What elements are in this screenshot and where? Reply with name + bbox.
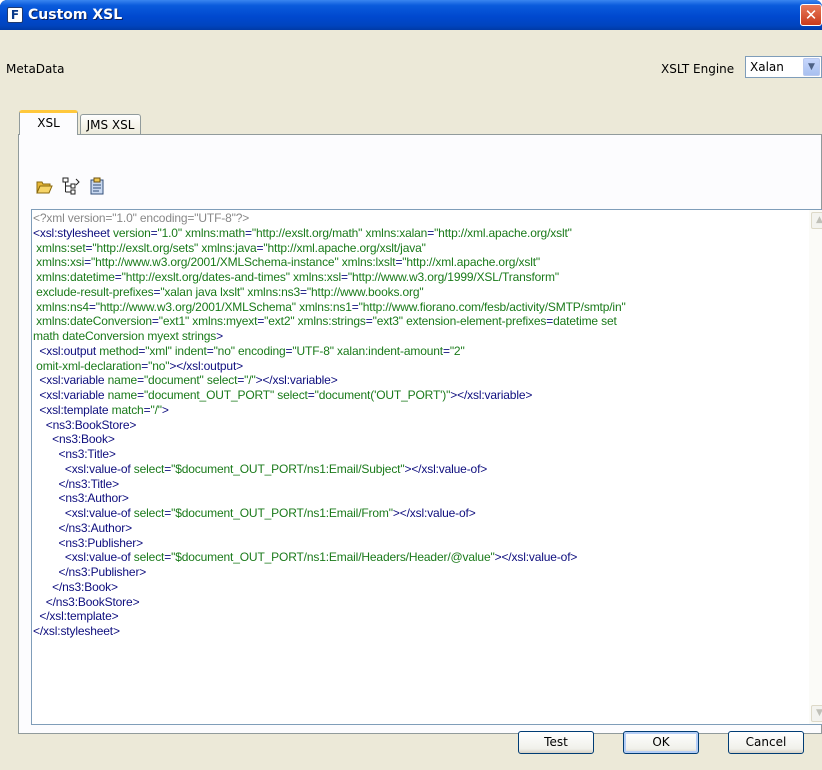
code-line: <ns3:Title> [58, 447, 116, 461]
code-line: xmlns:set="http://exslt.org/sets" xmlns:… [33, 240, 426, 255]
code-line: </ns3:Title> [58, 476, 119, 491]
app-icon: F [7, 7, 23, 23]
close-button[interactable]: ✕ [800, 4, 822, 26]
code-line: <xsl:value-of select="$document_OUT_PORT… [64, 461, 488, 476]
open-folder-icon[interactable] [36, 180, 53, 194]
code-text[interactable]: <?xml version="1.0" encoding="UTF-8"?> <x… [33, 211, 809, 639]
code-line: </xsl:template> [39, 609, 119, 624]
tab-jms-xsl[interactable]: JMS XSL [80, 114, 141, 135]
tab-label: XSL [37, 116, 60, 130]
code-line: <xsl:value-of select="$document_OUT_PORT… [64, 506, 476, 520]
code-line: </ns3:Book> [52, 579, 118, 594]
xslt-engine-select[interactable]: Xalan ▼ [745, 56, 822, 78]
chevron-up-icon: ▲ [816, 215, 822, 225]
code-line: </xsl:stylesheet> [33, 624, 120, 638]
tree-view-icon[interactable] [62, 177, 80, 195]
code-line: <ns3:BookStore> [45, 417, 137, 432]
code-line: xmlns:xsi="http://www.w3.org/2001/XMLSch… [33, 255, 541, 270]
scroll-down-button[interactable]: ▼ [811, 705, 822, 722]
tab-panel: <?xml version="1.0" encoding="UTF-8"?> <x… [18, 134, 822, 734]
ok-button[interactable]: OK [623, 731, 699, 754]
close-icon: ✕ [804, 6, 818, 24]
code-line: <xsl:variable name="document_OUT_PORT" s… [39, 388, 533, 402]
chevron-down-icon: ▼ [816, 708, 822, 718]
code-line: <xsl:value-of select="$document_OUT_PORT… [64, 550, 578, 565]
metadata-label: MetaData [6, 62, 65, 76]
cancel-button[interactable]: Cancel [728, 731, 804, 754]
code-line: xmlns:dateConversion="ext1" xmlns:myext=… [33, 314, 617, 329]
vertical-scrollbar[interactable]: ▲ ▼ [809, 210, 822, 724]
code-line: xmlns:datetime="http://exslt.org/dates-a… [33, 270, 559, 284]
code-line: <xsl:variable name="document" select="/"… [39, 373, 338, 388]
code-line: </ns3:Publisher> [58, 565, 147, 579]
xslt-engine-label: XSLT Engine [661, 62, 735, 76]
chevron-down-icon[interactable]: ▼ [803, 58, 820, 76]
title-bar[interactable]: F Custom XSL ✕ [0, 0, 822, 30]
xsl-code-editor[interactable]: <?xml version="1.0" encoding="UTF-8"?> <x… [31, 209, 822, 725]
dialog-body: MetaData XSLT Engine Xalan ▼ XSL JMS XSL… [0, 30, 822, 770]
window-title: Custom XSL [28, 7, 123, 23]
code-line: </ns3:BookStore> [45, 594, 140, 609]
code-line: exclude-result-prefixes="xalan java lxsl… [33, 284, 424, 299]
code-line: xmlns:ns4="http://www.w3.org/2001/XMLSch… [33, 299, 626, 314]
code-line: <xsl:stylesheet version="1.0" xmlns:math… [33, 225, 572, 240]
test-button[interactable]: Test [518, 731, 594, 754]
code-line: <xsl:template match="/"> [39, 402, 169, 417]
scroll-up-button[interactable]: ▲ [811, 212, 822, 229]
code-line: omit-xml-declaration="no"></xsl:output> [33, 358, 243, 373]
paste-icon[interactable] [90, 177, 104, 195]
code-line: <ns3:Book> [52, 432, 115, 447]
code-line: <?xml version="1.0" encoding="UTF-8"?> [33, 211, 250, 225]
dialog-window: F Custom XSL ✕ MetaData XSLT Engine Xala… [0, 0, 822, 770]
code-line: <xsl:output method="xml" indent="no" enc… [39, 343, 465, 358]
xslt-engine-value: Xalan [750, 60, 784, 74]
code-line: math dateConversion myext strings> [33, 329, 223, 343]
code-line: <ns3:Author> [58, 491, 129, 506]
tab-label: JMS XSL [86, 118, 135, 132]
code-line: <ns3:Publisher> [58, 535, 143, 550]
code-line: </ns3:Author> [58, 520, 132, 535]
tab-xsl[interactable]: XSL [19, 110, 78, 135]
